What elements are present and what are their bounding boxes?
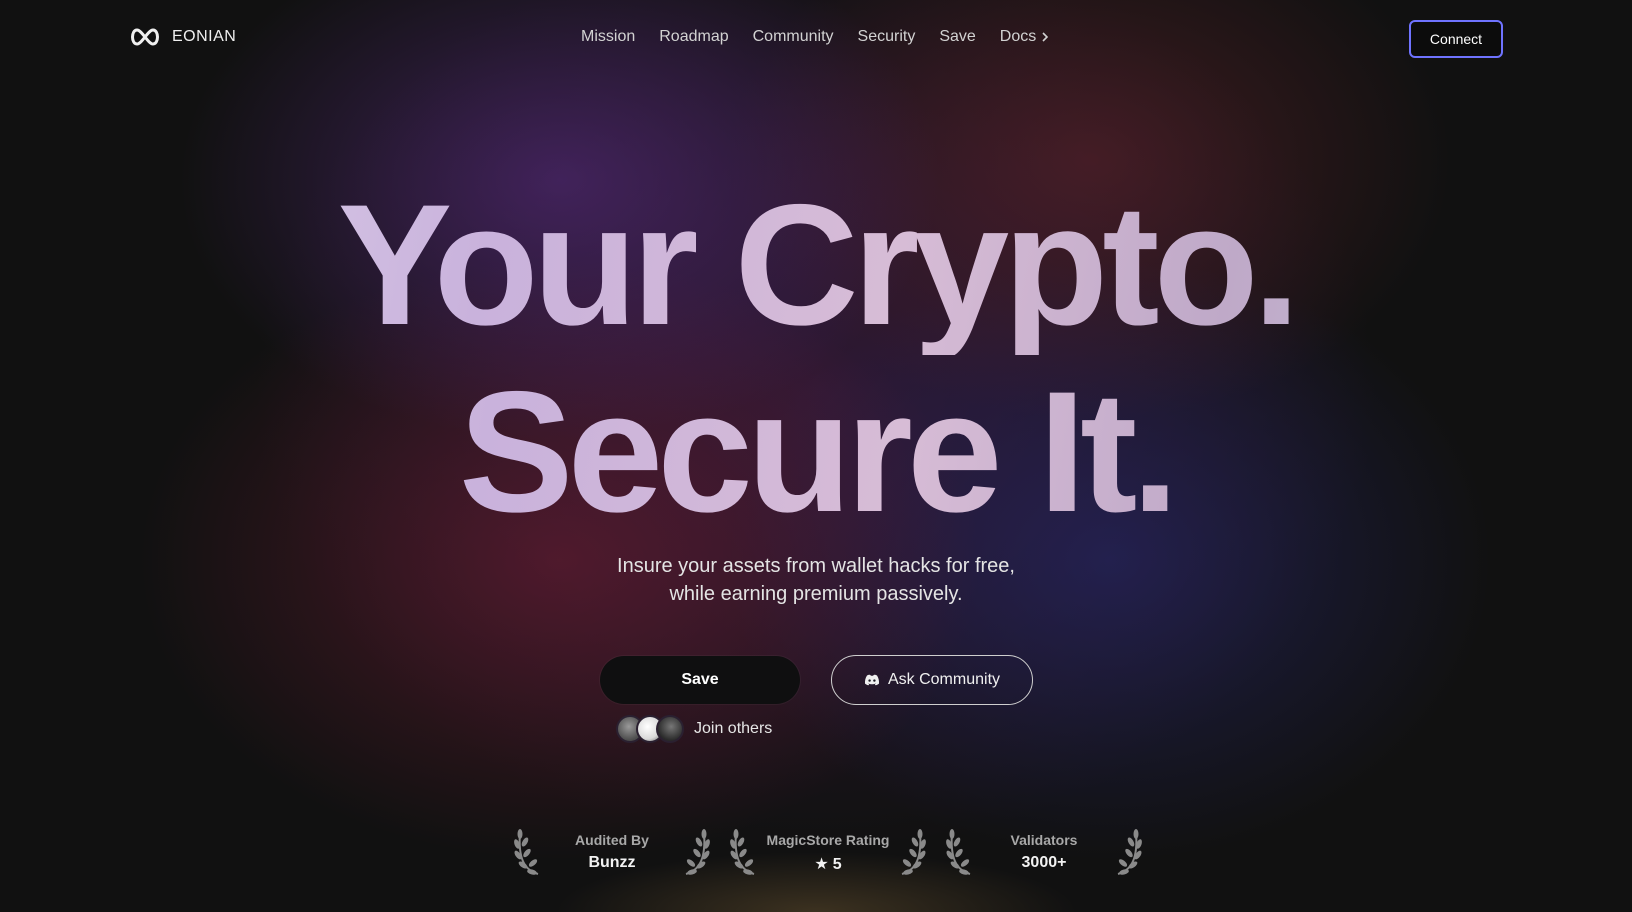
nav-save[interactable]: Save [939, 28, 975, 46]
laurel-icon [901, 829, 926, 875]
avatar-group [616, 715, 684, 743]
ask-community-button[interactable]: Ask Community [831, 655, 1033, 705]
avatar [656, 715, 684, 743]
join-others[interactable]: Join others [616, 715, 772, 743]
hero-subtitle-line1: Insure your assets from wallet hacks for… [617, 555, 1015, 577]
badge-magicstore: MagicStore Rating ★ 5 [728, 826, 928, 878]
discord-icon [864, 674, 880, 686]
main-nav: Mission Roadmap Community Security Save … [581, 28, 1050, 46]
laurel-icon [685, 829, 710, 875]
badge-validators: Validators 3000+ [944, 826, 1144, 878]
laurel-icon [1117, 829, 1142, 875]
nav-docs-label: Docs [999, 28, 1037, 45]
ask-community-label: Ask Community [887, 671, 1001, 688]
nav-roadmap[interactable]: Roadmap [659, 28, 728, 46]
infinity-icon [131, 28, 159, 46]
chevron-right-icon [1042, 32, 1049, 42]
badge-audited: Audited By Bunzz [512, 826, 712, 878]
save-button[interactable]: Save [600, 656, 800, 704]
hero-subtitle: Insure your assets from wallet hacks for… [0, 552, 1632, 608]
hero-subtitle-line2: while earning premium passively. [669, 583, 963, 605]
connect-button[interactable]: Connect [1409, 20, 1503, 58]
star-icon: ★ [814, 856, 829, 873]
nav-docs[interactable]: Docs [1000, 28, 1050, 46]
hero-title-line2: Secure It. [0, 362, 1632, 542]
brand-logo[interactable]: EONIAN [128, 26, 236, 48]
nav-mission[interactable]: Mission [581, 28, 635, 46]
nav-security[interactable]: Security [858, 28, 916, 46]
hero-title-line1: Your Crypto. [0, 175, 1632, 355]
brand-name: EONIAN [172, 28, 237, 45]
join-others-label: Join others [694, 720, 773, 737]
nav-community[interactable]: Community [753, 28, 834, 46]
rating-value: 5 [832, 856, 842, 873]
